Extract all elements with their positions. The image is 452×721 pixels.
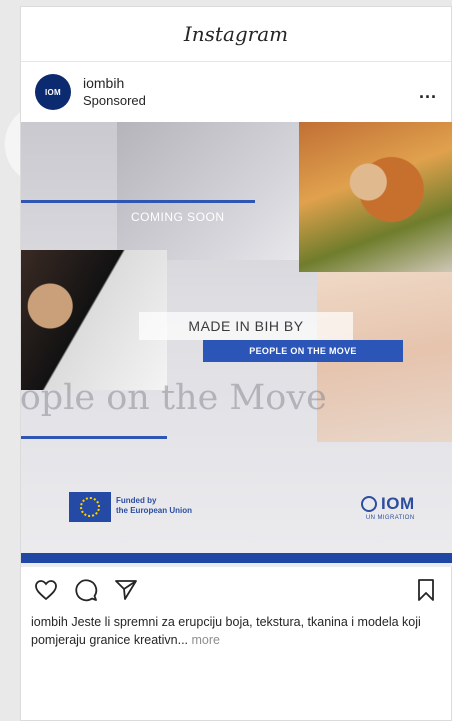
iom-text: IOM xyxy=(381,494,415,513)
post-header: IOM iombih Sponsored ... xyxy=(21,62,451,122)
grey-panel xyxy=(117,122,303,260)
more-options-icon[interactable]: ... xyxy=(419,82,437,103)
blue-accent-line xyxy=(21,200,255,203)
watermark-text: eople on the Move xyxy=(21,378,327,418)
avatar[interactable]: IOM xyxy=(35,74,71,110)
caption-username[interactable]: iombih xyxy=(31,615,68,629)
coming-soon-text: COMING SOON xyxy=(131,210,225,224)
comment-icon[interactable] xyxy=(73,577,99,603)
heart-icon[interactable] xyxy=(33,577,59,603)
post-meta: iombih Sponsored xyxy=(83,75,146,109)
people-on-the-move-badge: PEOPLE ON THE MOVE xyxy=(203,340,403,362)
post-caption: iombih Jeste li spremni za erupciju boja… xyxy=(21,613,451,649)
caption-more-link[interactable]: more xyxy=(192,633,220,647)
sponsored-label: Sponsored xyxy=(83,93,146,108)
blue-accent-line-bottom xyxy=(21,436,167,439)
app-header: Instagram xyxy=(21,7,451,62)
eu-stars-ring xyxy=(80,497,100,517)
funded-by-eu-text: Funded by the European Union xyxy=(116,496,192,516)
blue-footer-band xyxy=(21,553,452,563)
iom-logo: IOM UN MIGRATION xyxy=(361,494,415,521)
iom-wordmark: IOM xyxy=(361,494,415,514)
bookmark-icon[interactable] xyxy=(413,577,439,603)
iom-subtitle: UN MIGRATION xyxy=(365,515,415,521)
instagram-post-frame: Instagram IOM iombih Sponsored ... COMIN… xyxy=(20,6,452,721)
funded-line-1: Funded by xyxy=(116,496,157,505)
eu-flag-icon xyxy=(69,492,111,522)
globe-icon xyxy=(361,496,377,512)
model-photo-headscarf xyxy=(299,122,452,272)
share-icon[interactable] xyxy=(113,577,139,603)
app-title: Instagram xyxy=(183,22,289,46)
username-link[interactable]: iombih xyxy=(83,75,146,92)
caption-text: Jeste li spremni za erupciju boja, tekst… xyxy=(31,615,421,647)
post-actions xyxy=(21,567,451,613)
post-media[interactable]: COMING SOON eople on the Move MADE IN BI… xyxy=(21,122,452,567)
made-in-bih-text: MADE IN BIH BY xyxy=(139,312,353,340)
avatar-text: IOM xyxy=(44,87,61,97)
funded-line-2: the European Union xyxy=(116,506,192,515)
